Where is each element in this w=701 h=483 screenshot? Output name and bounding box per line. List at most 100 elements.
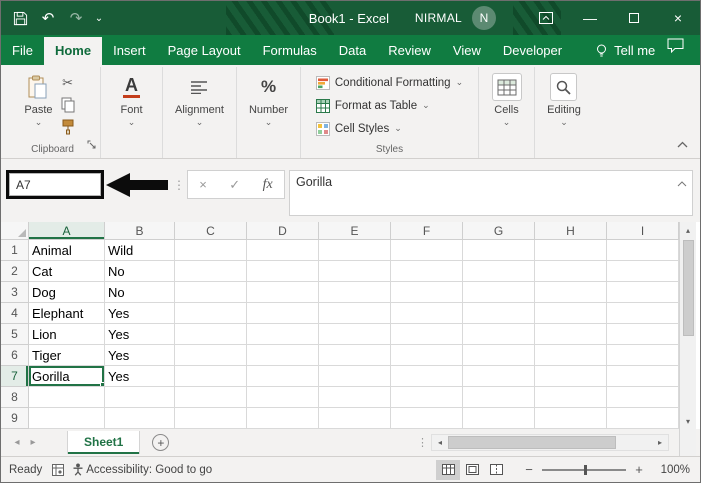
cell-D3[interactable]: [247, 282, 319, 303]
zoom-level[interactable]: 100%: [652, 464, 690, 476]
column-header-C[interactable]: C: [175, 222, 247, 240]
cell-A7[interactable]: Gorilla: [29, 366, 105, 387]
record-macro-button[interactable]: [52, 464, 64, 476]
cell-H2[interactable]: [535, 261, 607, 282]
cell-G5[interactable]: [463, 324, 535, 345]
column-header-A[interactable]: A: [29, 222, 105, 240]
row-header-8[interactable]: 8: [1, 387, 29, 408]
cell-H7[interactable]: [535, 366, 607, 387]
tab-page-layout[interactable]: Page Layout: [157, 37, 252, 65]
column-header-F[interactable]: F: [391, 222, 463, 240]
column-header-E[interactable]: E: [319, 222, 391, 240]
cell-E1[interactable]: [319, 240, 391, 261]
cell-A5[interactable]: Lion: [29, 324, 105, 345]
cell-E7[interactable]: [319, 366, 391, 387]
cell-E8[interactable]: [319, 387, 391, 408]
copy-button[interactable]: [57, 96, 79, 113]
name-box[interactable]: A7: [9, 173, 101, 196]
cell-G6[interactable]: [463, 345, 535, 366]
format-as-table-button[interactable]: Format as Table ⌄: [313, 95, 433, 116]
zoom-in-button[interactable]: +: [630, 462, 648, 477]
vertical-scrollbar-thumb[interactable]: [683, 240, 694, 336]
cell-G4[interactable]: [463, 303, 535, 324]
cell-D8[interactable]: [247, 387, 319, 408]
cell-B1[interactable]: Wild: [105, 240, 175, 261]
conditional-formatting-button[interactable]: Conditional Formatting ⌄: [313, 72, 466, 93]
cell-C9[interactable]: [175, 408, 247, 429]
previous-sheet-button[interactable]: ◂: [9, 437, 25, 448]
cell-D9[interactable]: [247, 408, 319, 429]
zoom-slider[interactable]: [542, 469, 626, 471]
vertical-scrollbar[interactable]: ▴ ▾: [679, 222, 696, 429]
cell-F2[interactable]: [391, 261, 463, 282]
fill-handle[interactable]: [100, 382, 105, 387]
cancel-entry-button[interactable]: ×: [199, 177, 207, 192]
maximize-button[interactable]: [612, 1, 656, 35]
customize-qat-button[interactable]: ⌄: [91, 5, 107, 31]
row-header-5[interactable]: 5: [1, 324, 29, 345]
cell-C7[interactable]: [175, 366, 247, 387]
select-all-button[interactable]: [1, 222, 29, 240]
cell-D6[interactable]: [247, 345, 319, 366]
cell-A2[interactable]: Cat: [29, 261, 105, 282]
tab-file[interactable]: File: [1, 37, 44, 65]
cell-I5[interactable]: [607, 324, 679, 345]
cell-C3[interactable]: [175, 282, 247, 303]
cell-C1[interactable]: [175, 240, 247, 261]
cell-E6[interactable]: [319, 345, 391, 366]
account-name[interactable]: NIRMAL: [415, 11, 462, 25]
accessibility-checker-button[interactable]: Accessibility: Good to go: [72, 463, 212, 476]
cell-I7[interactable]: [607, 366, 679, 387]
collapse-formula-bar-button[interactable]: [677, 176, 687, 190]
cell-G8[interactable]: [463, 387, 535, 408]
cell-C5[interactable]: [175, 324, 247, 345]
row-header-6[interactable]: 6: [1, 345, 29, 366]
redo-button[interactable]: ↷: [63, 5, 89, 31]
cell-F3[interactable]: [391, 282, 463, 303]
row-header-2[interactable]: 2: [1, 261, 29, 282]
row-header-9[interactable]: 9: [1, 408, 29, 429]
clipboard-dialog-launcher[interactable]: [87, 136, 96, 154]
normal-view-button[interactable]: [436, 460, 460, 480]
cell-D4[interactable]: [247, 303, 319, 324]
cell-B2[interactable]: No: [105, 261, 175, 282]
cell-I3[interactable]: [607, 282, 679, 303]
next-sheet-button[interactable]: ▸: [25, 437, 41, 448]
cell-B9[interactable]: [105, 408, 175, 429]
ribbon-display-options-button[interactable]: [524, 1, 568, 35]
scroll-right-button[interactable]: ▸: [652, 435, 668, 450]
cell-I9[interactable]: [607, 408, 679, 429]
cut-button[interactable]: ✂: [57, 74, 79, 91]
cell-F5[interactable]: [391, 324, 463, 345]
cell-styles-button[interactable]: Cell Styles ⌄: [313, 118, 405, 139]
cell-A3[interactable]: Dog: [29, 282, 105, 303]
tab-data[interactable]: Data: [328, 37, 377, 65]
row-header-3[interactable]: 3: [1, 282, 29, 303]
column-header-I[interactable]: I: [607, 222, 679, 240]
scroll-up-button[interactable]: ▴: [680, 222, 696, 238]
cell-B5[interactable]: Yes: [105, 324, 175, 345]
cell-C6[interactable]: [175, 345, 247, 366]
column-header-H[interactable]: H: [535, 222, 607, 240]
cell-H9[interactable]: [535, 408, 607, 429]
cell-I8[interactable]: [607, 387, 679, 408]
cell-I2[interactable]: [607, 261, 679, 282]
cell-I1[interactable]: [607, 240, 679, 261]
sheet-tab-sheet1[interactable]: Sheet1: [67, 431, 140, 454]
cell-F4[interactable]: [391, 303, 463, 324]
cell-I6[interactable]: [607, 345, 679, 366]
horizontal-scrollbar-thumb[interactable]: [448, 436, 616, 449]
tell-me-box[interactable]: Tell me: [595, 43, 655, 65]
cell-G3[interactable]: [463, 282, 535, 303]
cell-G2[interactable]: [463, 261, 535, 282]
scroll-left-button[interactable]: ◂: [432, 435, 448, 450]
cell-H5[interactable]: [535, 324, 607, 345]
column-header-G[interactable]: G: [463, 222, 535, 240]
row-header-1[interactable]: 1: [1, 240, 29, 261]
horizontal-scrollbar[interactable]: ◂ ▸: [431, 434, 669, 451]
cell-B8[interactable]: [105, 387, 175, 408]
tab-home[interactable]: Home: [44, 37, 102, 65]
row-header-4[interactable]: 4: [1, 303, 29, 324]
cell-E2[interactable]: [319, 261, 391, 282]
formula-bar-input[interactable]: Gorilla: [289, 170, 693, 216]
